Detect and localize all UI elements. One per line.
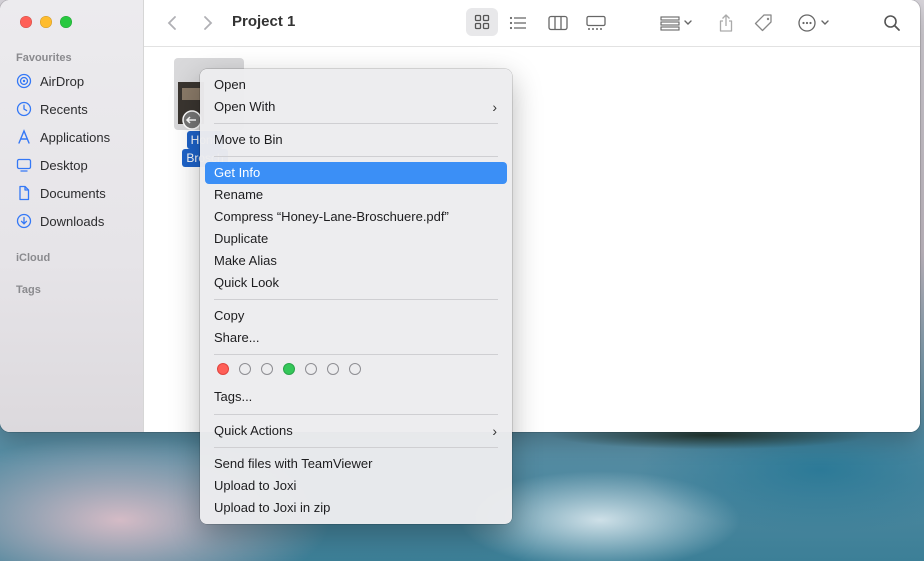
menu-item-send-teamviewer[interactable]: Send files with TeamViewer bbox=[205, 453, 507, 475]
minimize-button[interactable] bbox=[40, 16, 52, 28]
menu-item-rename[interactable]: Rename bbox=[205, 184, 507, 206]
columns-icon bbox=[548, 15, 568, 31]
tag-color-red[interactable] bbox=[217, 363, 229, 375]
menu-separator bbox=[214, 414, 498, 415]
more-icon bbox=[798, 14, 829, 32]
sidebar-item-label: Desktop bbox=[40, 157, 88, 173]
menu-separator bbox=[214, 354, 498, 355]
sidebar-item-recents[interactable]: Recents bbox=[16, 98, 136, 120]
sidebar-item-applications[interactable]: Applications bbox=[16, 126, 136, 148]
chevron-left-icon bbox=[167, 16, 176, 30]
chevron-right-icon bbox=[204, 16, 213, 30]
window-controls bbox=[20, 16, 72, 28]
grid-icon bbox=[474, 14, 490, 30]
menu-separator bbox=[214, 299, 498, 300]
sidebar-item-label: Applications bbox=[40, 129, 111, 145]
sidebar-item-desktop[interactable]: Desktop bbox=[16, 154, 136, 176]
menu-item-copy[interactable]: Copy bbox=[205, 305, 507, 327]
menu-separator bbox=[214, 123, 498, 124]
menu-item-move-to-bin[interactable]: Move to Bin bbox=[205, 129, 507, 151]
tag-color-none-2[interactable] bbox=[261, 363, 273, 375]
wallpaper-rocks bbox=[530, 430, 924, 470]
menu-item-get-info[interactable]: Get Info bbox=[205, 162, 507, 184]
sidebar-item-documents[interactable]: Documents bbox=[16, 182, 136, 204]
tag-color-none-4[interactable] bbox=[327, 363, 339, 375]
menu-item-make-alias[interactable]: Make Alias bbox=[205, 250, 507, 272]
menu-item-duplicate[interactable]: Duplicate bbox=[205, 228, 507, 250]
tag-icon bbox=[754, 14, 772, 32]
menu-item-tags[interactable]: Tags... bbox=[205, 386, 507, 408]
toolbar: Project 1 bbox=[144, 0, 920, 47]
sidebar-item-label: Documents bbox=[40, 185, 106, 201]
sidebar-item-downloads[interactable]: Downloads bbox=[16, 210, 136, 232]
tag-color-none-5[interactable] bbox=[349, 363, 361, 375]
context-menu: Open Open With › Move to Bin Get Info Re… bbox=[200, 69, 512, 524]
list-view-button[interactable] bbox=[506, 11, 530, 35]
applications-icon bbox=[18, 129, 30, 144]
group-icon bbox=[660, 16, 692, 31]
close-button[interactable] bbox=[20, 16, 32, 28]
sidebar-item-label: Recents bbox=[40, 101, 88, 117]
menu-item-label: Open With bbox=[214, 99, 276, 114]
window-title: Project 1 bbox=[232, 13, 296, 30]
column-view-button[interactable] bbox=[546, 11, 570, 35]
sidebar-item-airdrop[interactable]: AirDrop bbox=[16, 70, 136, 92]
sidebar-item-label: Downloads bbox=[40, 213, 105, 229]
sidebar-section-icloud[interactable]: iCloud bbox=[16, 252, 50, 264]
menu-item-compress[interactable]: Compress “Honey-Lane-Broschuere.pdf” bbox=[205, 206, 507, 228]
gallery-view-button[interactable] bbox=[584, 11, 608, 35]
tag-color-none-3[interactable] bbox=[305, 363, 317, 375]
chevron-right-icon: › bbox=[492, 423, 497, 439]
menu-item-share[interactable]: Share... bbox=[205, 327, 507, 349]
sidebar: Favourites AirDrop Recents Applications bbox=[0, 0, 144, 432]
sidebar-section-favourites: Favourites bbox=[16, 52, 72, 64]
search-icon bbox=[884, 15, 900, 31]
search-button[interactable] bbox=[880, 11, 904, 35]
clock-icon bbox=[16, 101, 32, 117]
menu-item-open[interactable]: Open bbox=[205, 74, 507, 96]
menu-separator bbox=[214, 447, 498, 448]
menu-item-open-with[interactable]: Open With › bbox=[205, 96, 507, 118]
tag-color-green[interactable] bbox=[283, 363, 295, 375]
sidebar-item-label: AirDrop bbox=[40, 73, 85, 89]
menu-item-upload-joxi-zip[interactable]: Upload to Joxi in zip bbox=[205, 497, 507, 519]
tag-colors-row bbox=[217, 363, 361, 375]
back-button[interactable] bbox=[162, 11, 182, 35]
download-icon bbox=[16, 213, 32, 229]
menu-item-quick-look[interactable]: Quick Look bbox=[205, 272, 507, 294]
menu-item-upload-joxi[interactable]: Upload to Joxi bbox=[205, 475, 507, 497]
tag-button[interactable] bbox=[752, 11, 776, 35]
menu-item-quick-actions[interactable]: Quick Actions › bbox=[205, 420, 507, 442]
icon-view-button[interactable] bbox=[466, 8, 498, 36]
share-icon bbox=[719, 14, 733, 32]
airdrop-icon bbox=[16, 73, 32, 89]
desktop-icon bbox=[16, 158, 32, 172]
list-icon bbox=[509, 16, 526, 30]
share-button[interactable] bbox=[714, 11, 738, 35]
tag-color-none-1[interactable] bbox=[239, 363, 251, 375]
group-button[interactable] bbox=[658, 11, 698, 35]
menu-separator bbox=[214, 156, 498, 157]
action-button[interactable] bbox=[796, 11, 834, 35]
menu-item-label: Quick Actions bbox=[214, 423, 293, 438]
document-icon bbox=[19, 185, 30, 201]
zoom-button[interactable] bbox=[60, 16, 72, 28]
gallery-icon bbox=[586, 15, 606, 30]
forward-button[interactable] bbox=[198, 11, 218, 35]
sidebar-section-tags[interactable]: Tags bbox=[16, 284, 41, 296]
chevron-right-icon: › bbox=[492, 99, 497, 115]
